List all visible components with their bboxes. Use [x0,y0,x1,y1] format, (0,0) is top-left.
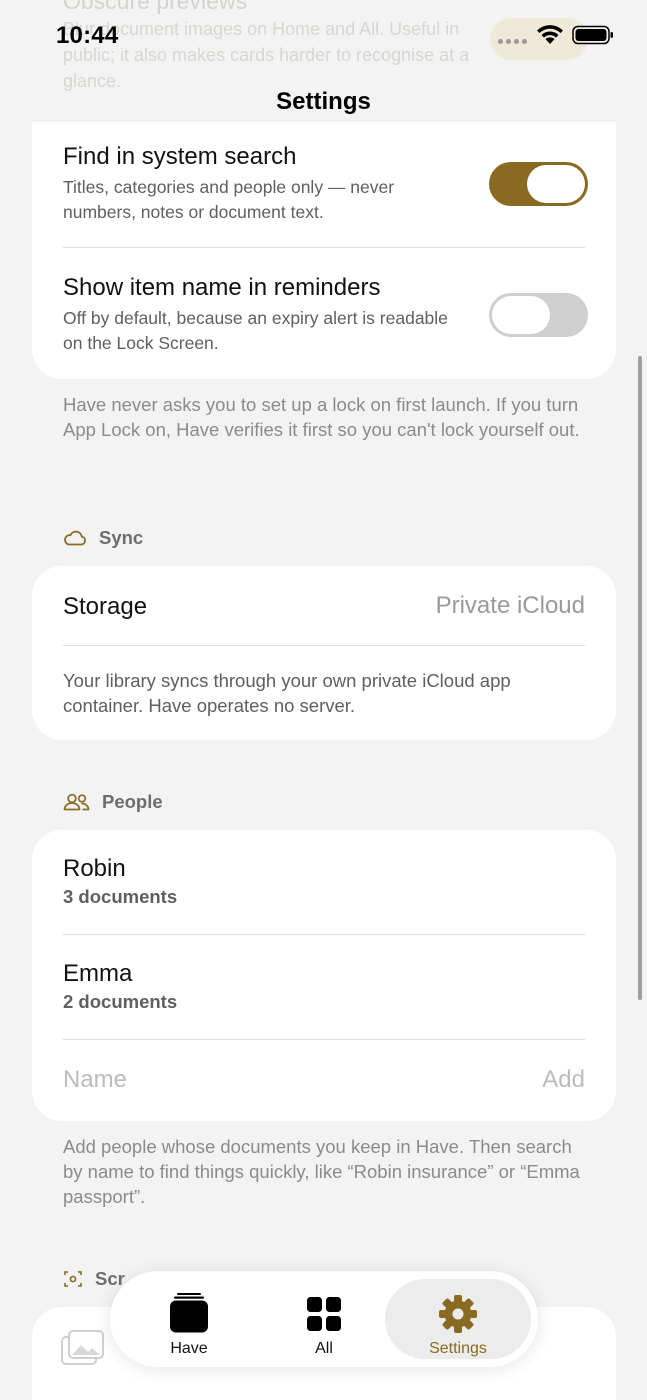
sync-card: Storage Private iCloud Your library sync… [32,566,616,740]
toggle-knob [527,165,585,203]
person-document-count: 3 documents [63,886,178,907]
toggle-knob [492,296,550,334]
divider [63,645,585,646]
next-section-header: Scr [63,1268,125,1290]
system-search-row: Find in system search Titles, categories… [63,142,463,225]
cloud-icon [64,530,86,546]
tab-label: Have [170,1340,208,1357]
reminders-title: Show item name in reminders [63,274,381,301]
divider [63,247,585,248]
person-document-count: 2 documents [63,991,178,1012]
next-section-label: Scr [95,1268,125,1289]
reminders-toggle[interactable] [489,293,588,337]
screenshot-icon [64,1271,82,1287]
status-bar: 10:44 [0,0,647,70]
photos-icon [61,1330,104,1365]
people-card: Robin 3 documents Emma 2 documents Name … [32,830,616,1121]
divider [63,1039,585,1040]
tab-label: Settings [429,1340,487,1357]
reminders-row: Show item name in reminders Off by defau… [63,273,463,356]
sync-section-label: Sync [99,527,144,548]
person-row-emma[interactable]: Emma 2 documents [63,959,585,1015]
sync-section-header: Sync [63,527,143,549]
wifi-icon [537,25,563,44]
people-section-header: People [63,791,163,813]
cellular-signal-icon [498,39,527,44]
battery-icon [572,25,613,45]
people-footnote: Add people whose documents you keep in H… [63,1136,580,1207]
divider [63,934,585,935]
person-name: Robin [63,855,126,882]
grid-icon [307,1297,341,1331]
system-search-desc: Titles, categories and people only — nev… [63,177,395,222]
page-title: Settings [276,88,371,115]
add-person-button[interactable]: Add [542,1066,585,1094]
people-icon [63,793,90,811]
tab-all[interactable]: All [251,1279,397,1359]
person-name: Emma [63,960,133,987]
scrollbar[interactable] [638,356,642,1000]
privacy-card: Find in system search Titles, categories… [32,122,616,379]
storage-label: Storage [63,593,148,620]
reminders-desc: Off by default, because an expiry alert … [63,308,448,353]
person-row-robin[interactable]: Robin 3 documents [63,854,585,910]
gear-icon [439,1295,477,1333]
person-name-input[interactable]: Name [63,1066,585,1094]
system-search-toggle[interactable] [489,162,588,206]
tab-have[interactable]: Have [116,1279,262,1359]
status-time: 10:44 [56,22,119,49]
people-section-label: People [102,791,163,812]
sync-desc: Your library syncs through your own priv… [63,670,511,716]
tab-settings[interactable]: Settings [385,1279,531,1359]
system-search-title: Find in system search [63,143,297,170]
storage-value: Private iCloud [435,592,585,619]
stack-icon [170,1293,208,1333]
tab-bar: Have All Settings [110,1271,538,1367]
privacy-footnote: Have never asks you to set up a lock on … [63,394,580,440]
tab-label: All [315,1340,333,1357]
